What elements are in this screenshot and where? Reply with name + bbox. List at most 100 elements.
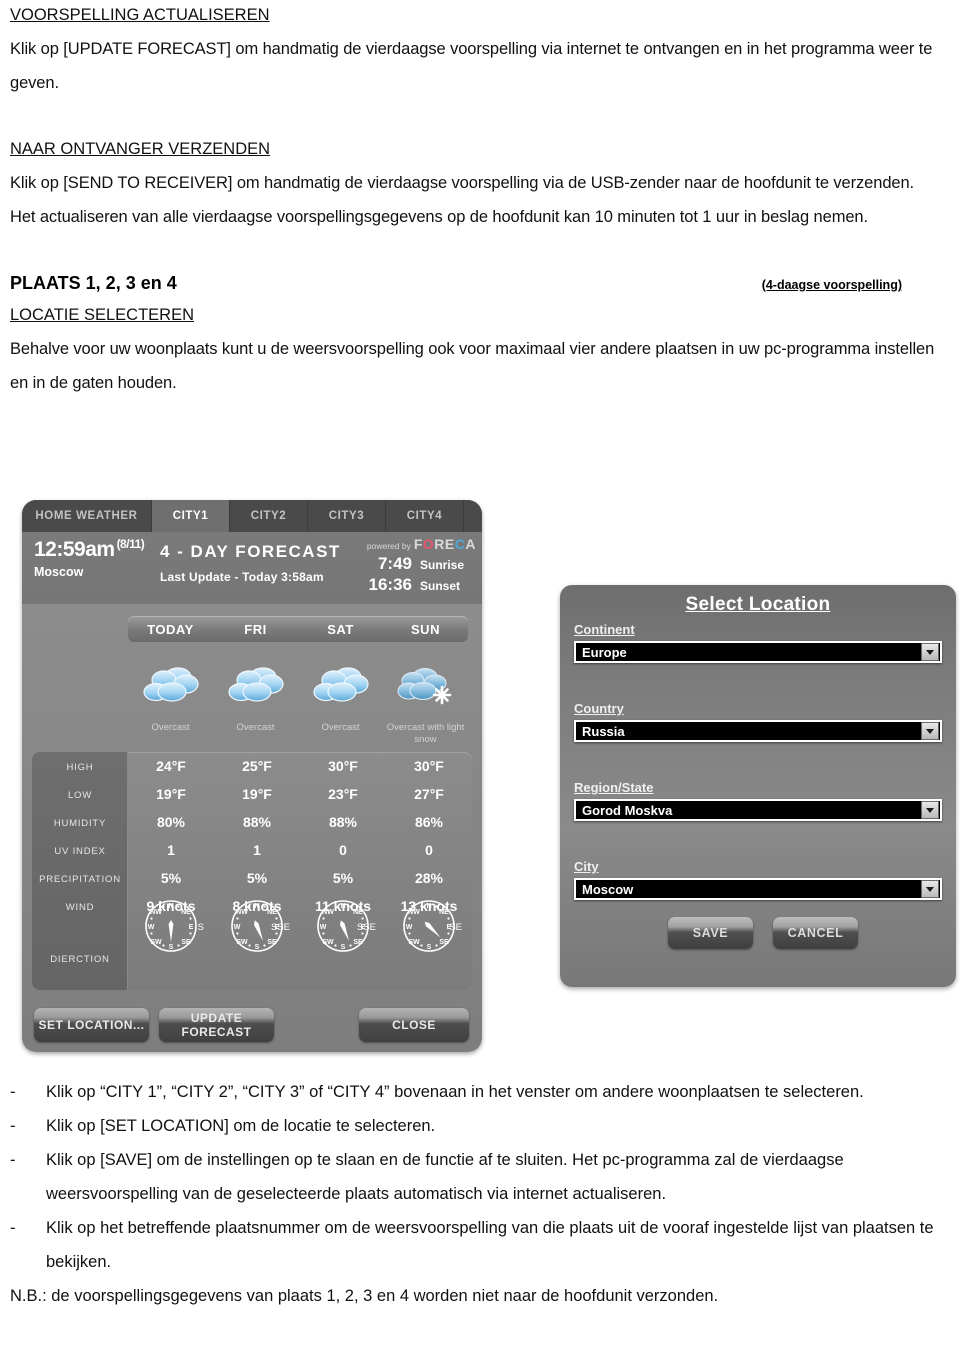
last-update-text: Last Update - Today 3:58am bbox=[160, 570, 324, 584]
tab-city2-label: CITY2 bbox=[250, 510, 287, 522]
region-state-dropdown[interactable]: Gorod Moskva bbox=[574, 799, 942, 821]
humidity-sat: 88% bbox=[328, 814, 358, 830]
section-3-title: PLAATS 1, 2, 3 en 4 bbox=[10, 273, 177, 293]
uv-fri: 1 bbox=[253, 842, 261, 858]
tab-city1-label: CITY1 bbox=[172, 510, 209, 522]
svg-text:S: S bbox=[255, 944, 260, 951]
svg-text:W: W bbox=[148, 924, 155, 931]
compass-cell-sun: N NE E SE S SW W NW bbox=[386, 894, 472, 958]
forecast-title: 4 - DAY FORECAST bbox=[160, 542, 341, 561]
svg-text:NE: NE bbox=[181, 909, 191, 916]
forecast-row-label-column: HIGH LOW HUMIDITY UV INDEX PRECIPITATION… bbox=[32, 752, 128, 990]
svg-text:E: E bbox=[361, 924, 366, 931]
compass-cell-today: N NE E SE S SW W NW bbox=[128, 894, 214, 958]
section-3-heading: LOCATIE SELECTEREN bbox=[10, 306, 194, 324]
tab-city1[interactable]: CITY1 bbox=[152, 500, 230, 532]
powered-by-row: powered by FORECA bbox=[367, 536, 476, 552]
select-location-dialog: Select Location Continent Europe Country… bbox=[560, 585, 956, 987]
weather-icon-cell-0 bbox=[128, 650, 213, 722]
compass-icon: N NE E SE S SW W NW bbox=[317, 900, 369, 952]
overcast-with-light-snow-icon bbox=[396, 667, 451, 705]
svg-text:SW: SW bbox=[322, 939, 334, 946]
region-state-label: Region/State bbox=[574, 780, 654, 795]
svg-text:SW: SW bbox=[236, 939, 248, 946]
bullet-item-3: - Klik op [SAVE] om de instellingen op t… bbox=[10, 1143, 950, 1211]
tab-city2[interactable]: CITY2 bbox=[230, 500, 308, 532]
region-state-value: Gorod Moskva bbox=[582, 802, 673, 818]
chevron-down-icon[interactable] bbox=[921, 722, 939, 740]
compass-icon: N NE E SE S SW W NW bbox=[145, 900, 197, 952]
cancel-button[interactable]: CANCEL bbox=[773, 917, 858, 949]
continent-dropdown[interactable]: Europe bbox=[574, 641, 942, 663]
set-location-button[interactable]: SET LOCATION... bbox=[34, 1008, 149, 1042]
day-col-fri: FRI bbox=[244, 621, 267, 637]
svg-text:S: S bbox=[427, 944, 432, 951]
svg-text:SE: SE bbox=[267, 939, 277, 946]
wind-direction-compass-row: N NE E SE S SW W NW N NE E SE S SW W NW … bbox=[128, 894, 472, 958]
svg-text:SE: SE bbox=[439, 939, 449, 946]
sunset-label: Sunset bbox=[420, 579, 461, 593]
svg-text:S: S bbox=[169, 944, 174, 951]
day-col-sat: SAT bbox=[327, 621, 354, 637]
country-value: Russia bbox=[582, 723, 625, 739]
chevron-down-icon[interactable] bbox=[921, 880, 939, 898]
bullet-marker: - bbox=[10, 1083, 16, 1101]
svg-text:NW: NW bbox=[150, 909, 162, 916]
section-3-heading-row: LOCATIE SELECTEREN bbox=[10, 300, 950, 332]
tab-city4-label: CITY4 bbox=[406, 510, 443, 522]
bullet-marker: - bbox=[10, 1219, 16, 1237]
select-location-title: Select Location bbox=[685, 594, 831, 615]
row-high: 24°F 25°F 30°F 30°F bbox=[128, 758, 472, 774]
tab-city3[interactable]: CITY3 bbox=[308, 500, 386, 532]
continent-label: Continent bbox=[574, 622, 635, 637]
bullet-item-4: - Klik op het betreffende plaatsnummer o… bbox=[10, 1211, 950, 1279]
svg-text:N: N bbox=[254, 903, 259, 910]
chevron-down-icon[interactable] bbox=[921, 801, 939, 819]
weather-header: 12:59am (8/11) Moscow 4 - DAY FORECAST La… bbox=[22, 532, 482, 604]
svg-text:NE: NE bbox=[439, 909, 449, 916]
day-header-strip: TODAY FRI SAT SUN bbox=[128, 616, 468, 642]
svg-text:W: W bbox=[320, 924, 327, 931]
row-label-low: LOW bbox=[67, 790, 93, 801]
tab-city4[interactable]: CITY4 bbox=[386, 500, 464, 532]
sunset-time: 16:36 bbox=[368, 575, 412, 594]
precip-sat: 5% bbox=[332, 870, 354, 886]
city-dropdown[interactable]: Moscow bbox=[574, 878, 942, 900]
svg-text:N: N bbox=[168, 903, 173, 910]
row-label-wind: WIND bbox=[65, 902, 95, 913]
row-label-precipitation: PRECIPITATION bbox=[39, 874, 121, 885]
row-humidity: 80% 88% 88% 86% bbox=[128, 814, 472, 830]
country-dropdown[interactable]: Russia bbox=[574, 720, 942, 742]
svg-text:E: E bbox=[447, 924, 452, 931]
section-3-title-row: PLAATS 1, 2, 3 en 4 (4-daagse voorspelli… bbox=[10, 268, 910, 300]
weather-button-row: SET LOCATION... UPDATE FORECAST CLOSE bbox=[22, 1000, 482, 1048]
chevron-down-icon[interactable] bbox=[921, 643, 939, 661]
svg-text:W: W bbox=[234, 924, 241, 931]
weather-icon-row bbox=[128, 650, 468, 722]
svg-text:NW: NW bbox=[322, 909, 334, 916]
section-1-body: Klik op [UPDATE FORECAST] om handmatig d… bbox=[10, 40, 933, 92]
uv-sun: 0 bbox=[425, 842, 433, 858]
svg-text:SE: SE bbox=[353, 939, 363, 946]
overcast-cloud-icon bbox=[312, 667, 369, 702]
save-button[interactable]: SAVE bbox=[668, 917, 753, 949]
close-button[interactable]: CLOSE bbox=[359, 1008, 469, 1042]
svg-text:N: N bbox=[340, 903, 345, 910]
humidity-sun: 86% bbox=[414, 814, 444, 830]
bullet-item-2: - Klik op [SET LOCATION] om de locatie t… bbox=[10, 1109, 950, 1143]
svg-text:NE: NE bbox=[353, 909, 363, 916]
document-body: VOORSPELLING ACTUALISEREN Klik op [UPDAT… bbox=[10, 0, 950, 400]
row-precipitation: 5% 5% 5% 28% bbox=[128, 870, 472, 886]
section-2-body-2: Het actualiseren van alle vierdaagse voo… bbox=[10, 208, 868, 226]
bullet-item-1: - Klik op “CITY 1”, “CITY 2”, “CITY 3” o… bbox=[10, 1075, 950, 1109]
svg-text:W: W bbox=[406, 924, 413, 931]
overcast-cloud-icon bbox=[227, 667, 284, 702]
update-forecast-button[interactable]: UPDATE FORECAST bbox=[159, 1008, 274, 1042]
condition-sat: Overcast bbox=[321, 722, 360, 733]
section-2-body-1: Klik op [SEND TO RECEIVER] om handmatig … bbox=[10, 174, 915, 192]
bullet-text-4: Klik op het betreffende plaatsnummer om … bbox=[46, 1219, 934, 1271]
section-3-body: Behalve voor uw woonplaats kunt u de wee… bbox=[10, 340, 935, 392]
current-time: 12:59am (8/11) bbox=[34, 537, 145, 562]
tab-home-weather[interactable]: HOME WEATHER bbox=[22, 500, 152, 532]
